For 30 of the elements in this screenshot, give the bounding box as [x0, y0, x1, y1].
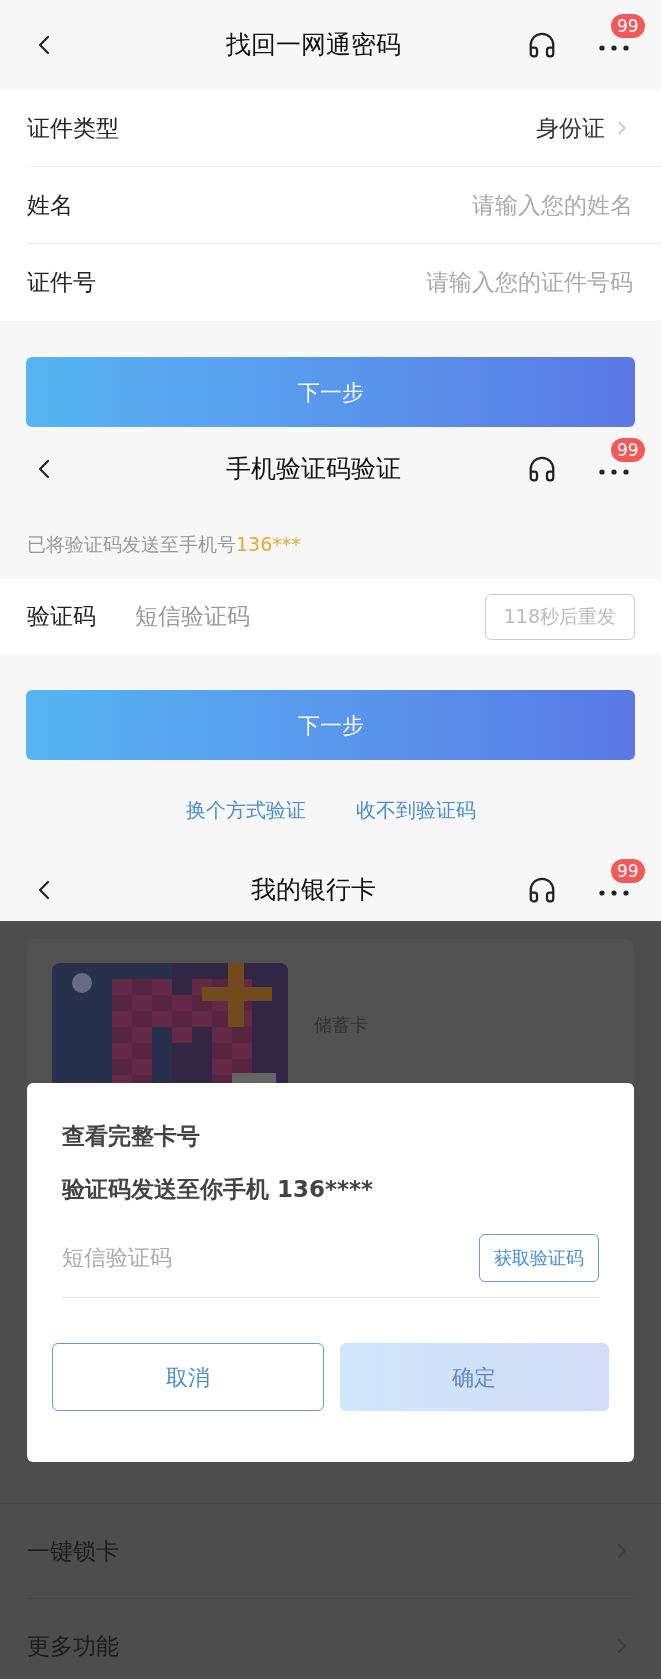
notification-badge: 99	[611, 859, 645, 883]
dialog-subtitle: 验证码发送至你手机 136****	[62, 1174, 375, 1204]
get-code-button[interactable]: 获取验证码	[479, 1233, 599, 1282]
next-button[interactable]: 下一步	[26, 690, 635, 760]
field-label: 验证码	[27, 602, 97, 632]
next-button[interactable]: 下一步	[26, 357, 635, 427]
notification-badge: 99	[611, 438, 645, 462]
id-type-select[interactable]: 身份证	[536, 110, 633, 146]
field-label: 姓名	[27, 190, 73, 220]
sms-code-field[interactable]: 短信验证码	[62, 1241, 479, 1274]
text-link[interactable]: 收不到验证码	[355, 794, 476, 825]
headset-icon[interactable]	[527, 875, 557, 905]
headset-icon[interactable]	[527, 30, 557, 60]
more-icon[interactable]	[599, 45, 629, 51]
page-title: 找回一网通密码	[226, 29, 401, 62]
page-title: 手机验证码验证	[226, 453, 401, 486]
input-field[interactable]: 请输入您的证件号码	[333, 265, 633, 300]
field-label: 证件类型	[27, 113, 119, 143]
input-field[interactable]: 请输入您的姓名	[333, 187, 633, 223]
notification-badge: 99	[611, 14, 645, 38]
more-icon[interactable]	[599, 469, 629, 475]
sent-notice: 已将验证码发送至手机号136***	[27, 531, 301, 557]
page-title: 我的银行卡	[251, 874, 376, 907]
sms-code-field[interactable]: 短信验证码	[135, 599, 485, 634]
headset-icon[interactable]	[527, 454, 557, 484]
field-label: 证件号	[27, 268, 96, 298]
cancel-button[interactable]: 取消	[52, 1343, 324, 1411]
more-icon[interactable]	[599, 890, 629, 896]
text-link[interactable]: 换个方式验证	[185, 794, 306, 825]
dialog-title: 查看完整卡号	[62, 1122, 201, 1151]
